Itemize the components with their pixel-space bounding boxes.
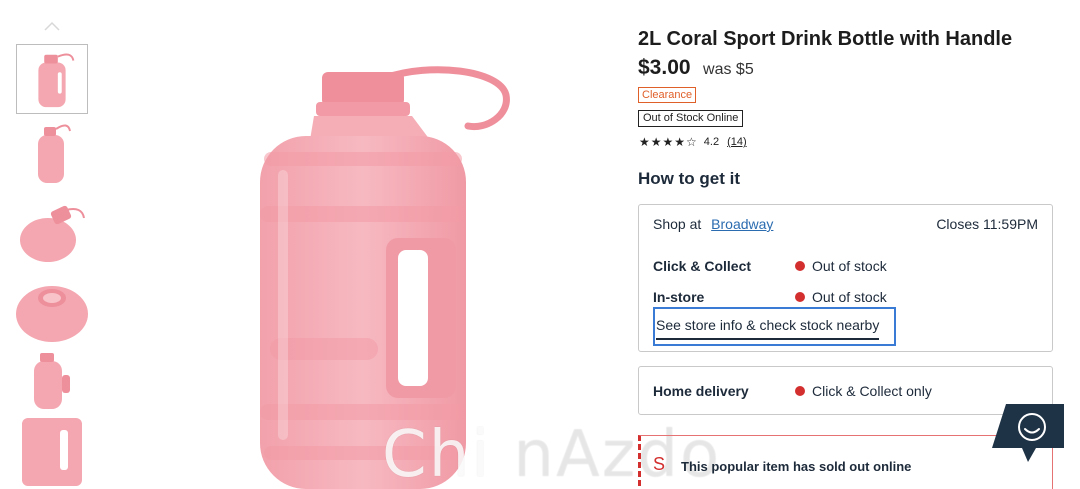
instore-label: In-store — [653, 289, 705, 305]
product-title: 2L Coral Sport Drink Bottle with Handle — [638, 28, 1013, 50]
alert-icon: S — [653, 454, 666, 474]
click-collect-label: Click & Collect — [653, 258, 752, 274]
thumbnail-6[interactable] — [16, 416, 88, 486]
sold-out-notice: S This popular item has sold out online — [638, 435, 1053, 489]
home-delivery-panel: Home delivery Click & Collect only — [638, 366, 1053, 415]
out-of-stock-online-badge: Out of Stock Online — [638, 110, 744, 127]
was-price: was $5 — [703, 61, 754, 78]
store-availability-panel: Shop at Broadway Closes 11:59PM Click & … — [638, 204, 1053, 352]
chat-smiley-icon[interactable] — [992, 404, 1064, 464]
star-rating-icon: ★★★★☆ — [639, 135, 698, 149]
sold-out-text: This popular item has sold out online — [681, 459, 912, 474]
price-row: $3.00 was $5 — [638, 56, 754, 80]
thumbnail-1[interactable] — [16, 44, 88, 114]
current-price: $3.00 — [638, 56, 691, 79]
thumbnail-5[interactable] — [16, 347, 88, 417]
instore-status: Out of stock — [795, 289, 887, 305]
home-delivery-status: Click & Collect only — [795, 383, 932, 399]
rating-value: 4.2 — [703, 136, 720, 148]
chevron-up-icon[interactable] — [44, 21, 60, 31]
click-collect-status: Out of stock — [795, 258, 887, 274]
store-name-link[interactable]: Broadway — [711, 216, 773, 232]
status-dot-icon — [795, 386, 805, 396]
store-closing-time: Closes 11:59PM — [936, 216, 1038, 232]
thumbnail-4[interactable] — [16, 274, 88, 344]
status-dot-icon — [795, 292, 805, 302]
clearance-badge: Clearance — [638, 87, 697, 103]
how-to-get-it-heading: How to get it — [638, 169, 740, 188]
rating-row: ★★★★☆ 4.2 (14) — [639, 135, 747, 149]
status-dot-icon — [795, 261, 805, 271]
shop-at: Shop at Broadway — [653, 216, 774, 232]
thumbnail-2[interactable] — [16, 119, 88, 189]
review-count-link[interactable]: (14) — [727, 136, 747, 148]
home-delivery-label: Home delivery — [653, 383, 749, 399]
see-store-info-link[interactable]: See store info & check stock nearby — [653, 307, 896, 346]
thumbnail-3[interactable] — [16, 196, 88, 266]
